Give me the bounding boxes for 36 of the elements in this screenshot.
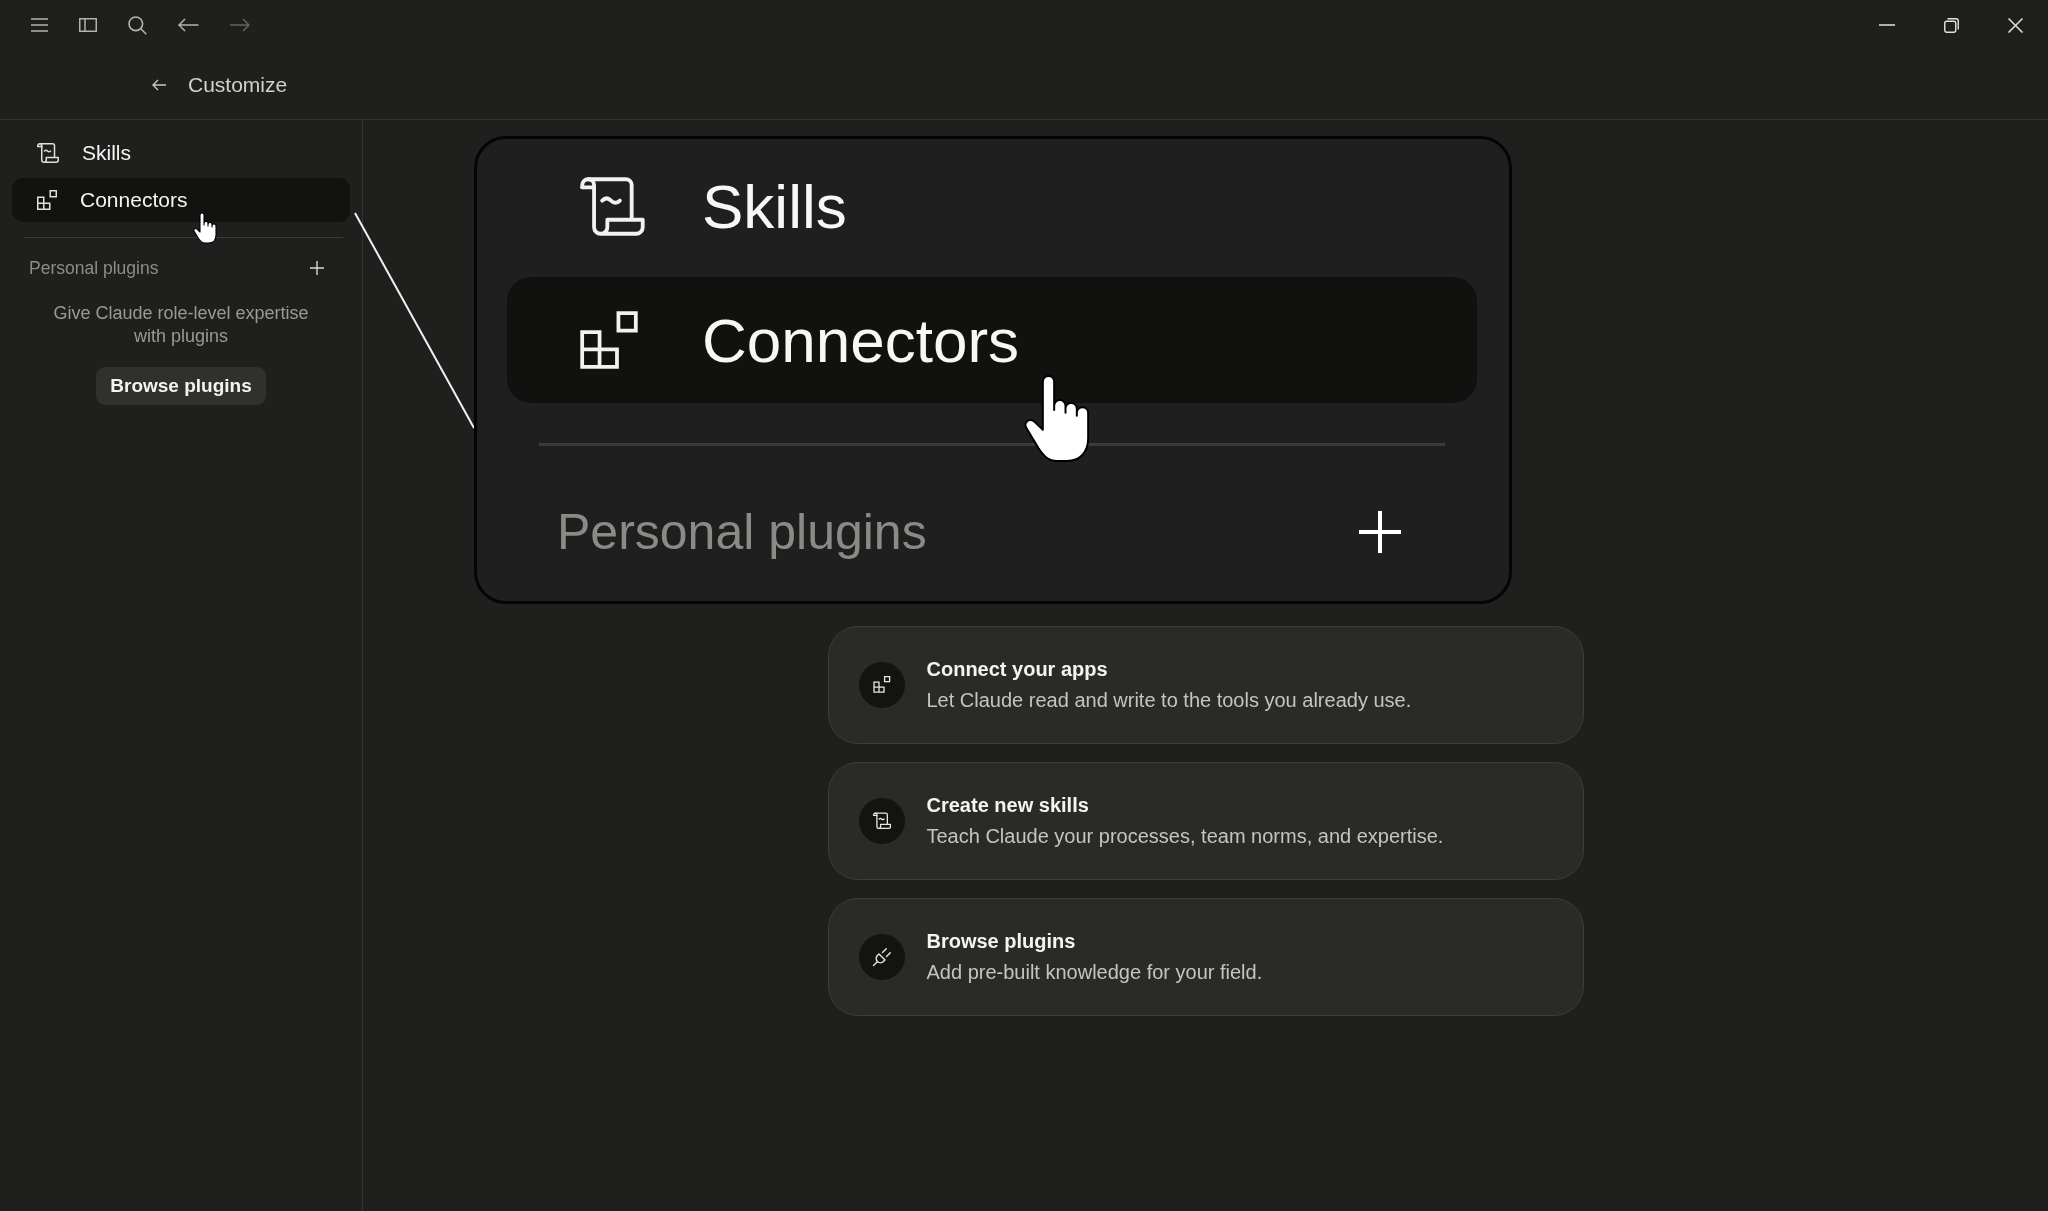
back-arrow-icon[interactable]: [152, 78, 166, 91]
connector-blocks-icon: [580, 311, 638, 369]
card-description: Teach Claude your processes, team norms, and expertise.: [926, 825, 1444, 848]
search-icon[interactable]: [128, 15, 147, 35]
action-card[interactable]: Connect your apps Let Claude read and write to the tools you already use.: [827, 626, 1584, 744]
hand-cursor-icon: [1023, 373, 1091, 464]
section-label: Personal plugins: [29, 257, 159, 279]
back-arrow-icon[interactable]: [178, 18, 199, 32]
sidebar-panel-icon[interactable]: [79, 18, 97, 32]
menu-icon[interactable]: [31, 18, 48, 32]
card-description: Let Claude read and write to the tools you already use.: [926, 689, 1412, 712]
add-icon: [1359, 511, 1401, 553]
scroll-icon: [580, 176, 645, 236]
scroll-icon: [858, 798, 905, 844]
sidebar-item[interactable]: Skills: [12, 131, 350, 175]
card-description: Add pre-built knowledge for your field.: [926, 961, 1263, 984]
close-icon[interactable]: [2008, 17, 2023, 33]
add-icon[interactable]: [310, 261, 324, 275]
action-card[interactable]: Create new skills Teach Claude your processes, team norms, and expertise.: [827, 762, 1584, 880]
browse-plugins-button[interactable]: Browse plugins: [96, 367, 266, 405]
connector-blocks-icon: [858, 662, 905, 708]
scroll-icon: [37, 143, 59, 163]
action-card[interactable]: Browse plugins Add pre-built knowledge for your field.: [827, 898, 1584, 1016]
zoomed-section-label: Personal plugins: [557, 503, 927, 561]
zoomed-sidebar-item: Connectors: [507, 277, 1477, 403]
zoomed-sidebar-item: Skills: [507, 143, 1477, 269]
card-title: Create new skills: [926, 794, 1090, 817]
card-title: Browse plugins: [926, 930, 1077, 953]
restore-icon[interactable]: [1944, 17, 1959, 33]
connector-blocks-icon: [37, 190, 57, 210]
sidebar-item[interactable]: Connectors: [12, 178, 350, 222]
plug-icon: [858, 934, 905, 980]
page-title: Customize: [188, 72, 288, 97]
card-title: Connect your apps: [926, 658, 1109, 681]
empty-state-text: Give Claude role-level expertise with plugins: [52, 302, 310, 348]
hand-cursor-icon: [193, 212, 217, 244]
